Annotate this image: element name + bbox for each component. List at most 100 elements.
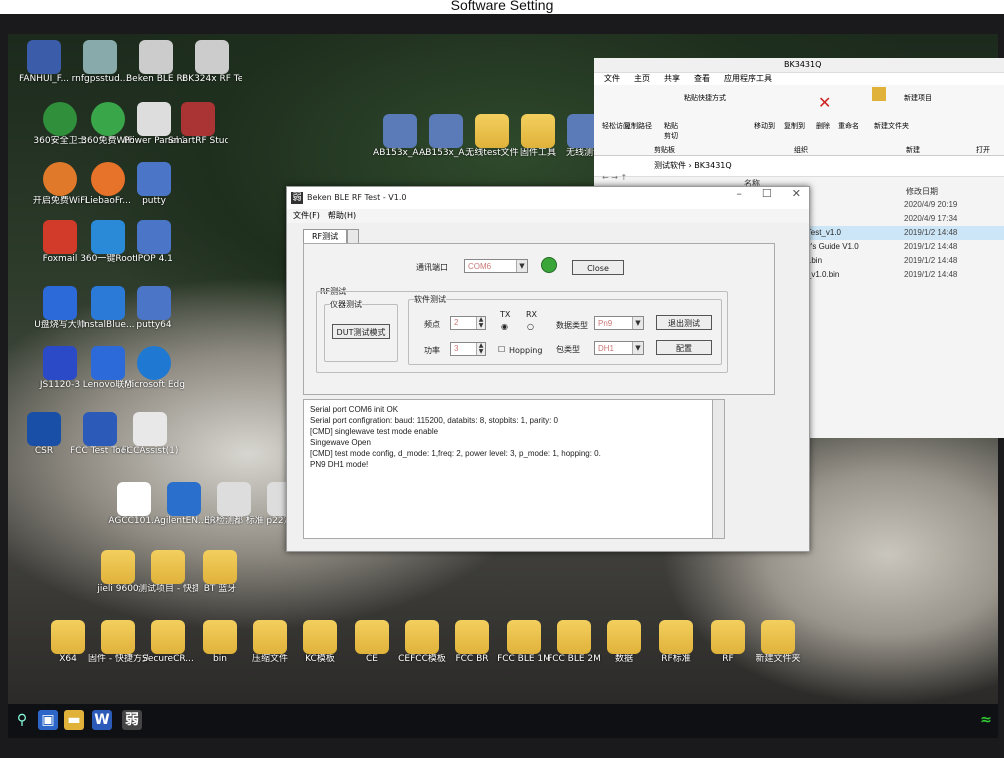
folder-icon[interactable]: FCC BR xyxy=(442,620,502,665)
tab-empty[interactable] xyxy=(347,229,360,243)
menu-help[interactable]: 帮助(H) xyxy=(328,209,356,223)
dut-mode-button[interactable]: DUT测试模式 xyxy=(332,324,390,339)
chevron-down-icon: ▼ xyxy=(632,342,643,354)
status-led xyxy=(541,257,557,273)
clipboard-label: 剪贴板 xyxy=(654,146,675,154)
folder-icon[interactable]: KC模板 xyxy=(290,620,350,665)
new-item-button[interactable]: 新建项目 xyxy=(904,93,932,103)
delete-icon[interactable]: ✕ xyxy=(818,93,831,112)
desktop-icon[interactable]: FCCAssist(1) xyxy=(120,412,180,457)
rx-label: RX xyxy=(526,310,538,319)
port-select[interactable]: COM6 ▼ xyxy=(464,259,528,273)
config-button[interactable]: 配置 xyxy=(656,340,712,355)
breadcrumb[interactable]: 测试软件 › BK3431Q xyxy=(654,161,732,170)
tab-rf-test[interactable]: RF测试 xyxy=(303,229,348,243)
datatype-select[interactable]: Pn9 ▼ xyxy=(594,316,644,330)
menu-bar: 文件(F) 帮助(H) xyxy=(287,209,809,223)
desktop-icon[interactable]: Beken BLE RF Test_v1.0 xyxy=(126,40,186,85)
wifi-icon[interactable]: ≈ xyxy=(976,710,996,730)
spin-arrows-icon: ▲ ▼ xyxy=(476,317,485,329)
packettype-label: 包类型 xyxy=(556,345,580,354)
open-label: 打开 xyxy=(976,146,990,154)
packettype-select[interactable]: DH1 ▼ xyxy=(594,341,644,355)
file-row[interactable]: User's Guide V1.0 2019/1/2 14:48 xyxy=(794,240,1004,254)
beken-rf-test-window: 弱 Beken BLE RF Test - V1.0 – ☐ ✕ 文件(F) 帮… xyxy=(286,186,810,552)
tab-home[interactable]: 主页 xyxy=(634,73,650,85)
desktop-icon[interactable]: CSR xyxy=(14,412,74,457)
desktop-icon[interactable]: IPOP 4.1 xyxy=(124,220,184,265)
file-explorer-icon[interactable]: ▬ xyxy=(64,710,84,730)
new-folder-button[interactable]: 新建文件夹 xyxy=(874,121,909,131)
tab-view[interactable]: 查看 xyxy=(694,73,710,85)
power-stepper[interactable]: 3 ▲ ▼ xyxy=(450,342,486,356)
maximize-icon[interactable]: ☐ xyxy=(762,187,772,200)
log-output[interactable]: Serial port COM6 init OK Serial port con… xyxy=(303,399,713,539)
tab-share[interactable]: 共享 xyxy=(664,73,680,85)
desktop-icon[interactable]: SmartRF Studio 7 xyxy=(168,102,228,147)
edge-icon[interactable]: Microsoft Edge xyxy=(124,346,184,391)
explorer-titlebar: BK3431Q xyxy=(594,58,1004,73)
file-row[interactable]: 2020/4/9 20:19 xyxy=(794,198,1004,212)
app-logo-icon: 弱 xyxy=(291,192,303,204)
word-icon[interactable]: W xyxy=(92,710,112,730)
tx-label: TX xyxy=(500,310,511,319)
desktop-icon[interactable]: BK324x RF Test_V1.8... xyxy=(182,40,242,85)
desktop-icon[interactable]: putty xyxy=(124,162,184,207)
move-to-button[interactable]: 移动到 xyxy=(754,121,775,131)
freq-stepper[interactable]: 2 ▲ ▼ xyxy=(450,316,486,330)
minimize-icon[interactable]: – xyxy=(736,187,742,200)
log-line: Singewave Open xyxy=(310,438,371,447)
delete-button[interactable]: 删除 xyxy=(816,121,830,131)
ribbon: 轻松访问 复制路径 粘贴 粘贴快捷方式 剪切 剪贴板 移动到 复制到 删除 重命… xyxy=(594,85,1004,156)
file-row-selected[interactable]: RF Test_v1.0 2019/1/2 14:48 xyxy=(794,226,1004,240)
folder-icon[interactable]: 新建文件夹 xyxy=(748,620,808,665)
nav-arrows[interactable]: ← → ↑ xyxy=(602,168,627,188)
rename-button[interactable]: 重命名 xyxy=(838,121,859,131)
taskbar: ⚲ ▣ ▬ W 弱 ≈ xyxy=(8,704,998,738)
power-label: 功率 xyxy=(424,346,440,355)
column-date-header[interactable]: 修改日期 xyxy=(906,186,938,197)
tab-app-tools[interactable]: 应用程序工具 xyxy=(724,73,772,85)
ribbon-tabs: 文件 主页 共享 查看 应用程序工具 xyxy=(594,73,1004,85)
file-row[interactable]: 2020/4/9 17:34 xyxy=(794,212,1004,226)
datatype-label: 数据类型 xyxy=(556,321,588,330)
window-titlebar[interactable]: 弱 Beken BLE RF Test - V1.0 – ☐ ✕ xyxy=(287,187,809,209)
file-row[interactable]: test_v1.0.bin 2019/1/2 14:48 xyxy=(794,268,1004,282)
desktop-icon[interactable]: 测试项目 - 快捷方式 xyxy=(138,550,198,595)
file-list: 2020/4/9 20:19 2020/4/9 17:34 RF Test_v1… xyxy=(794,198,1004,282)
tx-radio[interactable]: ◉ xyxy=(501,322,508,331)
tab-file[interactable]: 文件 xyxy=(604,73,620,85)
desktop-icon[interactable]: BT 蓝牙 xyxy=(190,550,250,595)
cut-button[interactable]: 剪切 xyxy=(664,131,678,141)
rx-radio[interactable]: ○ xyxy=(527,322,534,331)
desktop-icon[interactable]: FANHUI_F... xyxy=(14,40,74,85)
tab-bar: RF测试 xyxy=(303,229,360,243)
log-scrollbar[interactable] xyxy=(713,399,725,539)
menu-file[interactable]: 文件(F) xyxy=(293,209,320,223)
folder-icon[interactable]: RF标准 xyxy=(646,620,706,665)
chevron-down-icon: ▼ xyxy=(516,260,527,272)
port-label: 通讯端口 xyxy=(416,263,448,272)
beken-app-icon[interactable]: 弱 xyxy=(122,710,142,730)
taskview-icon[interactable]: ▣ xyxy=(38,710,58,730)
desktop-icon[interactable]: putty64 xyxy=(124,286,184,331)
address-bar[interactable]: ← → ↑ 测试软件 › BK3431Q xyxy=(594,156,1004,182)
page-title: Software Setting xyxy=(0,0,1004,14)
paste-button[interactable]: 粘贴 xyxy=(664,121,678,131)
close-port-button[interactable]: Close xyxy=(572,260,624,275)
search-icon[interactable]: ⚲ xyxy=(12,710,32,730)
paste-shortcut-button[interactable]: 粘贴快捷方式 xyxy=(684,93,726,103)
close-icon[interactable]: ✕ xyxy=(792,187,801,200)
file-row[interactable]: _crc.bin2019/1/2 14:48 xyxy=(794,254,1004,268)
software-group-label: 软件测试 xyxy=(414,294,446,305)
copy-to-button[interactable]: 复制到 xyxy=(784,121,805,131)
exit-test-button[interactable]: 退出测试 xyxy=(656,315,712,330)
log-line: Serial port configration: baud: 115200, … xyxy=(310,416,559,425)
hopping-checkbox[interactable]: ☐ xyxy=(498,345,505,354)
copy-label[interactable]: 复制路径 xyxy=(624,121,652,131)
folder-icon[interactable]: 数据 xyxy=(594,620,654,665)
desktop-icon[interactable]: rnfgpsstud... xyxy=(70,40,130,85)
window-title: Beken BLE RF Test - V1.0 xyxy=(307,193,407,202)
folder-icon[interactable]: SecureCR... xyxy=(138,620,198,665)
log-line: PN9 DH1 mode! xyxy=(310,460,369,469)
